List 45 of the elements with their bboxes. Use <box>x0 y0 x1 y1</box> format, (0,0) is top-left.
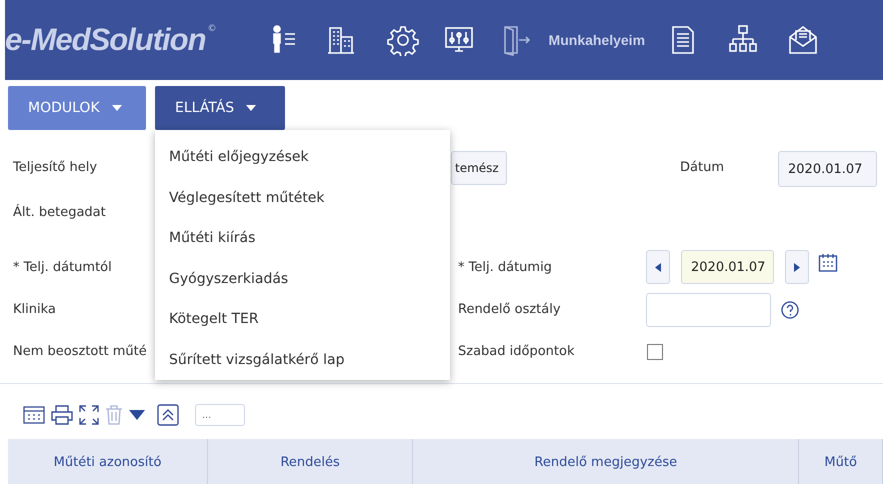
field-label: Rendelő osztály <box>458 302 561 317</box>
mail-icon[interactable] <box>787 24 820 56</box>
menu-item[interactable]: Sűrített vizsgálatkérő lap <box>155 340 450 380</box>
menu-button[interactable]: MODULOK <box>8 86 146 130</box>
menu-item[interactable]: Műtéti előjegyzések <box>155 137 450 178</box>
app-logo: e-MedSolution <box>5 22 206 58</box>
field-label: * Telj. dátumig <box>458 260 552 275</box>
menu-item[interactable]: Kötegelt TER <box>155 299 450 340</box>
table-view-icon[interactable] <box>23 405 45 425</box>
performer-field[interactable]: temész <box>451 151 507 185</box>
expand-icon[interactable] <box>79 405 99 425</box>
column-header[interactable]: Műtéti azonosító <box>8 439 208 484</box>
dropdown-arrow-icon[interactable] <box>129 409 145 421</box>
next-day-button[interactable] <box>785 250 809 284</box>
column-header[interactable]: Rendelés <box>208 439 414 484</box>
calendar-icon[interactable] <box>818 253 838 273</box>
gear-icon[interactable] <box>386 24 419 56</box>
field-label: Dátum <box>680 160 724 175</box>
caret-icon <box>112 105 122 111</box>
field-label: Klinika <box>13 302 56 317</box>
menu-item[interactable]: Gyógyszerkiadás <box>155 258 450 299</box>
help-icon[interactable] <box>781 301 799 319</box>
print-icon[interactable] <box>51 405 73 425</box>
menu-item[interactable]: Műtéti kiírás <box>155 218 450 258</box>
column-header[interactable]: Műtő <box>799 439 883 484</box>
free-slots-checkbox[interactable] <box>647 344 663 360</box>
copyright-mark: © <box>208 24 217 34</box>
field-label: Teljesítő hely <box>13 160 98 175</box>
column-header[interactable]: Rendelő megjegyzése <box>413 439 800 484</box>
field-label: Nem beosztott műté <box>13 344 147 359</box>
date-field[interactable]: 2020.01.07 <box>681 250 774 284</box>
filter-field[interactable]: ... <box>195 404 245 426</box>
caret-icon <box>246 105 256 111</box>
field-label: * Telj. dátumtól <box>13 260 112 275</box>
menu-button[interactable]: ELLÁTÁS <box>155 86 285 130</box>
left-arrow-icon <box>655 262 661 272</box>
date-field[interactable]: 2020.01.07 <box>778 151 877 187</box>
collapse-icon[interactable] <box>157 404 179 426</box>
previous-day-button[interactable] <box>646 250 670 284</box>
field-label: Ált. betegadat <box>13 205 106 220</box>
field-label: Szabad időpontok <box>458 344 574 359</box>
department-field[interactable] <box>646 293 771 327</box>
workplaces-link[interactable]: Munkahelyeim <box>548 32 646 48</box>
menu-item[interactable]: Véglegesített műtétek <box>155 178 450 218</box>
right-arrow-icon <box>794 262 800 272</box>
